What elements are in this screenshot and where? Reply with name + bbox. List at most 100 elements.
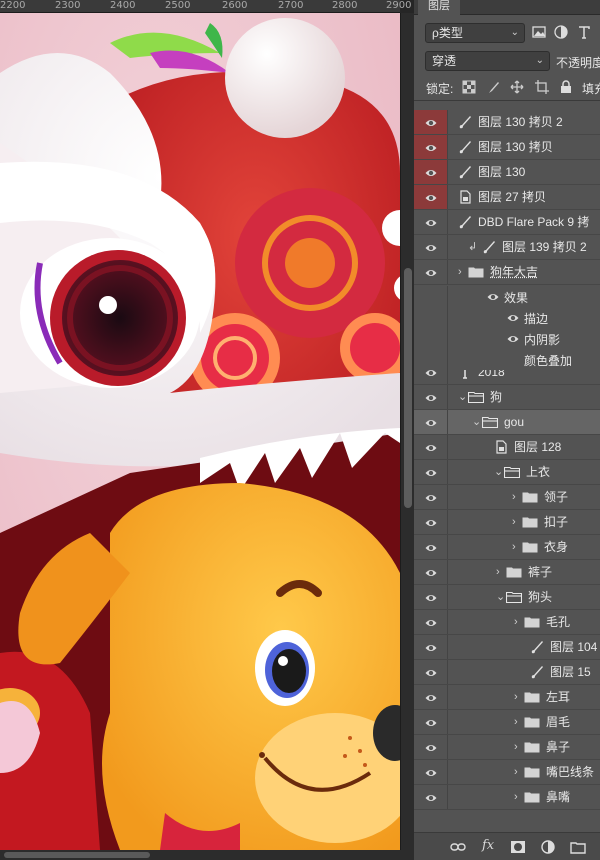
chevron-right-icon[interactable]: › (514, 690, 518, 704)
layer-name: 图层 130 (478, 165, 526, 179)
chevron-right-icon[interactable]: › (514, 765, 518, 779)
visibility-toggle[interactable] (414, 385, 448, 409)
eye-icon[interactable] (487, 291, 499, 301)
layer-row[interactable]: 图层 104 (414, 635, 600, 660)
visibility-toggle[interactable] (414, 535, 448, 559)
visibility-toggle[interactable] (414, 410, 448, 434)
chevron-down-icon[interactable]: ⌄ (472, 415, 481, 429)
fill-label[interactable]: 填充 (582, 80, 600, 97)
layer-row[interactable]: 图层 128 (414, 435, 600, 460)
layer-row[interactable]: › 裤子 (414, 560, 600, 585)
visibility-toggle[interactable] (414, 328, 448, 349)
image-filter-icon[interactable] (532, 25, 546, 39)
mask-icon[interactable] (510, 840, 526, 854)
eye-icon[interactable] (507, 312, 519, 322)
layer-row[interactable]: DBD Flare Pack 9 拷 (414, 210, 600, 235)
adjustment-filter-icon[interactable] (554, 25, 568, 39)
effect-item-row[interactable]: 内阴影 (414, 328, 600, 349)
visibility-toggle[interactable] (414, 210, 448, 234)
visibility-toggle[interactable] (414, 110, 448, 134)
effect-item-row[interactable]: 颜色叠加 (414, 349, 600, 370)
layer-row[interactable]: ⌄ 上衣 (414, 460, 600, 485)
chevron-right-icon[interactable]: › (512, 490, 516, 504)
layer-row[interactable]: 图层 15 (414, 660, 600, 685)
visibility-toggle[interactable] (414, 485, 448, 509)
layer-row[interactable]: › 鼻子 (414, 735, 600, 760)
visibility-toggle[interactable] (414, 460, 448, 484)
chevron-right-icon[interactable]: › (514, 790, 518, 804)
visibility-toggle[interactable] (414, 349, 448, 370)
visibility-toggle[interactable] (414, 286, 448, 307)
visibility-toggle[interactable] (414, 560, 448, 584)
blend-mode-select[interactable]: 穿透 ⌄ (425, 51, 550, 71)
layer-row[interactable]: › 左耳 (414, 685, 600, 710)
lock-transparency-icon[interactable] (462, 80, 476, 94)
layer-row[interactable]: › 扣子 (414, 510, 600, 535)
new-group-icon[interactable] (570, 840, 586, 854)
visibility-toggle[interactable] (414, 185, 448, 209)
visibility-toggle[interactable] (414, 510, 448, 534)
layer-row[interactable]: › 领子 (414, 485, 600, 510)
horizontal-scroll-thumb[interactable] (4, 852, 150, 858)
vertical-scroll-thumb[interactable] (404, 268, 412, 508)
layer-row[interactable]: › 嘴巴线条 (414, 760, 600, 785)
lock-pixels-icon[interactable] (487, 80, 501, 94)
visibility-toggle[interactable] (414, 710, 448, 734)
link-icon[interactable] (450, 840, 466, 854)
canvas-area[interactable]: 2200 2300 2400 2500 2600 2700 2800 2900 (0, 0, 414, 860)
visibility-toggle[interactable] (414, 307, 448, 328)
layer-row[interactable]: ⌄ gou (414, 410, 600, 435)
chevron-right-icon[interactable]: › (512, 540, 516, 554)
layer-row[interactable]: › 鼻嘴 (414, 785, 600, 810)
adjustment-icon[interactable] (540, 840, 556, 854)
layer-row[interactable]: 图层 130 (414, 160, 600, 185)
visibility-toggle[interactable] (414, 260, 448, 284)
chevron-right-icon[interactable]: › (514, 740, 518, 754)
layer-row[interactable]: ↲ 图层 139 拷贝 2 (414, 235, 600, 260)
chevron-right-icon[interactable]: › (514, 715, 518, 729)
layer-row[interactable]: › 狗年大吉 (414, 260, 600, 285)
visibility-toggle[interactable] (414, 135, 448, 159)
visibility-toggle[interactable] (414, 635, 448, 659)
lock-position-icon[interactable] (510, 80, 524, 94)
chevron-right-icon[interactable]: › (458, 265, 462, 279)
layer-row[interactable]: › 毛孔 (414, 610, 600, 635)
eye-icon (425, 192, 437, 202)
visibility-toggle[interactable] (414, 435, 448, 459)
visibility-toggle[interactable] (414, 760, 448, 784)
layer-row[interactable]: 图层 130 拷贝 2 (414, 110, 600, 135)
visibility-toggle[interactable] (414, 735, 448, 759)
chevron-right-icon[interactable]: › (514, 615, 518, 629)
layer-row[interactable]: ⌄ 狗 (414, 385, 600, 410)
lock-all-icon[interactable] (559, 80, 573, 94)
layer-row[interactable]: › 衣身 (414, 535, 600, 560)
chevron-right-icon[interactable]: › (496, 565, 500, 579)
chevron-right-icon[interactable]: › (512, 515, 516, 529)
eye-icon[interactable] (507, 333, 519, 343)
chevron-down-icon[interactable]: ⌄ (494, 465, 503, 479)
artwork-canvas[interactable] (0, 13, 400, 850)
visibility-toggle[interactable] (414, 785, 448, 809)
visibility-toggle[interactable] (414, 685, 448, 709)
visibility-toggle[interactable] (414, 160, 448, 184)
visibility-toggle[interactable] (414, 610, 448, 634)
opacity-label[interactable]: 不透明度 (556, 54, 600, 71)
chevron-down-icon[interactable]: ⌄ (496, 590, 505, 604)
type-filter-icon[interactable] (577, 25, 591, 39)
horizontal-scrollbar[interactable] (0, 850, 414, 860)
layer-row[interactable]: ⌄ 狗头 (414, 585, 600, 610)
effects-header-row[interactable]: 效果 (414, 286, 600, 307)
visibility-toggle[interactable] (414, 235, 448, 259)
visibility-toggle[interactable] (414, 660, 448, 684)
tab-layers[interactable]: 图层 (418, 0, 460, 15)
layer-row[interactable]: › 眉毛 (414, 710, 600, 735)
layer-row[interactable]: 图层 130 拷贝 (414, 135, 600, 160)
fx-icon[interactable]: fx (482, 838, 494, 853)
lock-artboard-icon[interactable] (535, 80, 549, 94)
layer-row[interactable]: 图层 27 拷贝 (414, 185, 600, 210)
visibility-toggle[interactable] (414, 585, 448, 609)
effect-item-row[interactable]: 描边 (414, 307, 600, 328)
filter-type-select[interactable]: ρ类型 ⌄ (425, 23, 525, 43)
chevron-down-icon[interactable]: ⌄ (458, 390, 467, 404)
vertical-scrollbar[interactable] (400, 13, 414, 850)
